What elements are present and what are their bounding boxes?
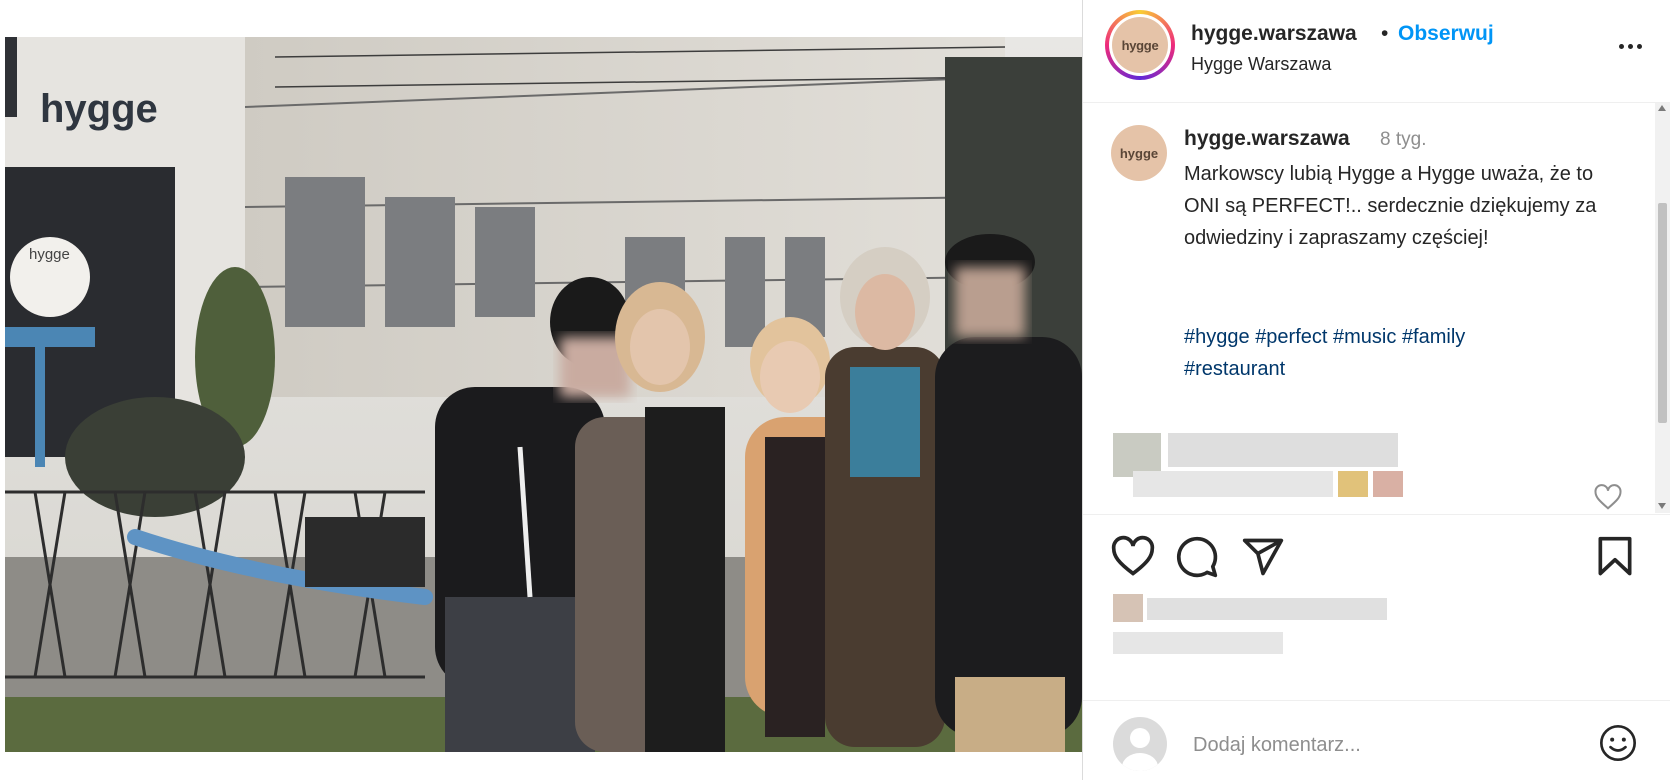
location-link[interactable]: Hygge Warszawa <box>1191 54 1331 75</box>
profile-avatar[interactable]: hygge <box>1105 10 1175 80</box>
header-separator: • <box>1381 22 1389 45</box>
emoji-icon[interactable] <box>1598 723 1638 763</box>
hashtag-link[interactable]: #music <box>1333 326 1396 348</box>
user-avatar-icon <box>1113 717 1167 771</box>
caption-text: Markowscy lubią Hygge a Hygge uważa, że … <box>1184 163 1597 249</box>
post-photo[interactable]: hygge hygge <box>5 37 1082 752</box>
add-comment-bar <box>1083 700 1670 781</box>
follow-button[interactable]: Obserwuj <box>1398 22 1494 46</box>
caption-section: hygge hygge.warszawa 8 tyg. Markowscy lu… <box>1083 103 1670 513</box>
post-media-pane: hygge hygge <box>0 0 1082 780</box>
post-actions-bar <box>1083 514 1670 585</box>
post-header: hygge hygge.warszawa • Obserwuj Hygge Wa… <box>1083 0 1670 103</box>
comment-icon[interactable] <box>1175 535 1219 579</box>
caption-scrollbar[interactable] <box>1655 103 1670 513</box>
post-photo-illustration: hygge hygge <box>5 37 1082 752</box>
header-username-link[interactable]: hygge.warszawa <box>1191 22 1357 46</box>
caption-username-link[interactable]: hygge.warszawa <box>1184 127 1350 151</box>
avatar-logo: hygge <box>1112 17 1168 73</box>
post-sidebar: hygge hygge.warszawa • Obserwuj Hygge Wa… <box>1082 0 1670 780</box>
avatar-border: hygge <box>1109 14 1171 76</box>
blurred-likes-info <box>1113 594 1403 664</box>
storefront-sign-text: hygge <box>40 87 158 131</box>
heart-icon[interactable] <box>1111 535 1155 579</box>
scroll-thumb[interactable] <box>1658 203 1667 423</box>
more-options-icon[interactable] <box>1613 36 1649 56</box>
hashtag-link[interactable]: #perfect <box>1255 326 1327 348</box>
round-sign-text: hygge <box>29 246 70 263</box>
scroll-down-icon[interactable] <box>1658 503 1666 509</box>
hashtag-link[interactable]: #restaurant <box>1184 358 1285 380</box>
comment-like-icon[interactable] <box>1593 483 1623 511</box>
bookmark-icon[interactable] <box>1593 535 1637 579</box>
caption-avatar[interactable]: hygge <box>1111 125 1167 181</box>
caption-timestamp[interactable]: 8 tyg. <box>1380 129 1426 151</box>
blurred-comment <box>1113 433 1413 505</box>
hashtag-link[interactable]: #hygge <box>1184 326 1250 348</box>
caption-hashtags: #hygge #perfect #music #family #restaura… <box>1184 321 1624 385</box>
comment-input[interactable] <box>1191 729 1555 761</box>
scroll-up-icon[interactable] <box>1658 105 1666 111</box>
hashtag-link[interactable]: #family <box>1402 326 1465 348</box>
share-icon[interactable] <box>1241 535 1285 579</box>
